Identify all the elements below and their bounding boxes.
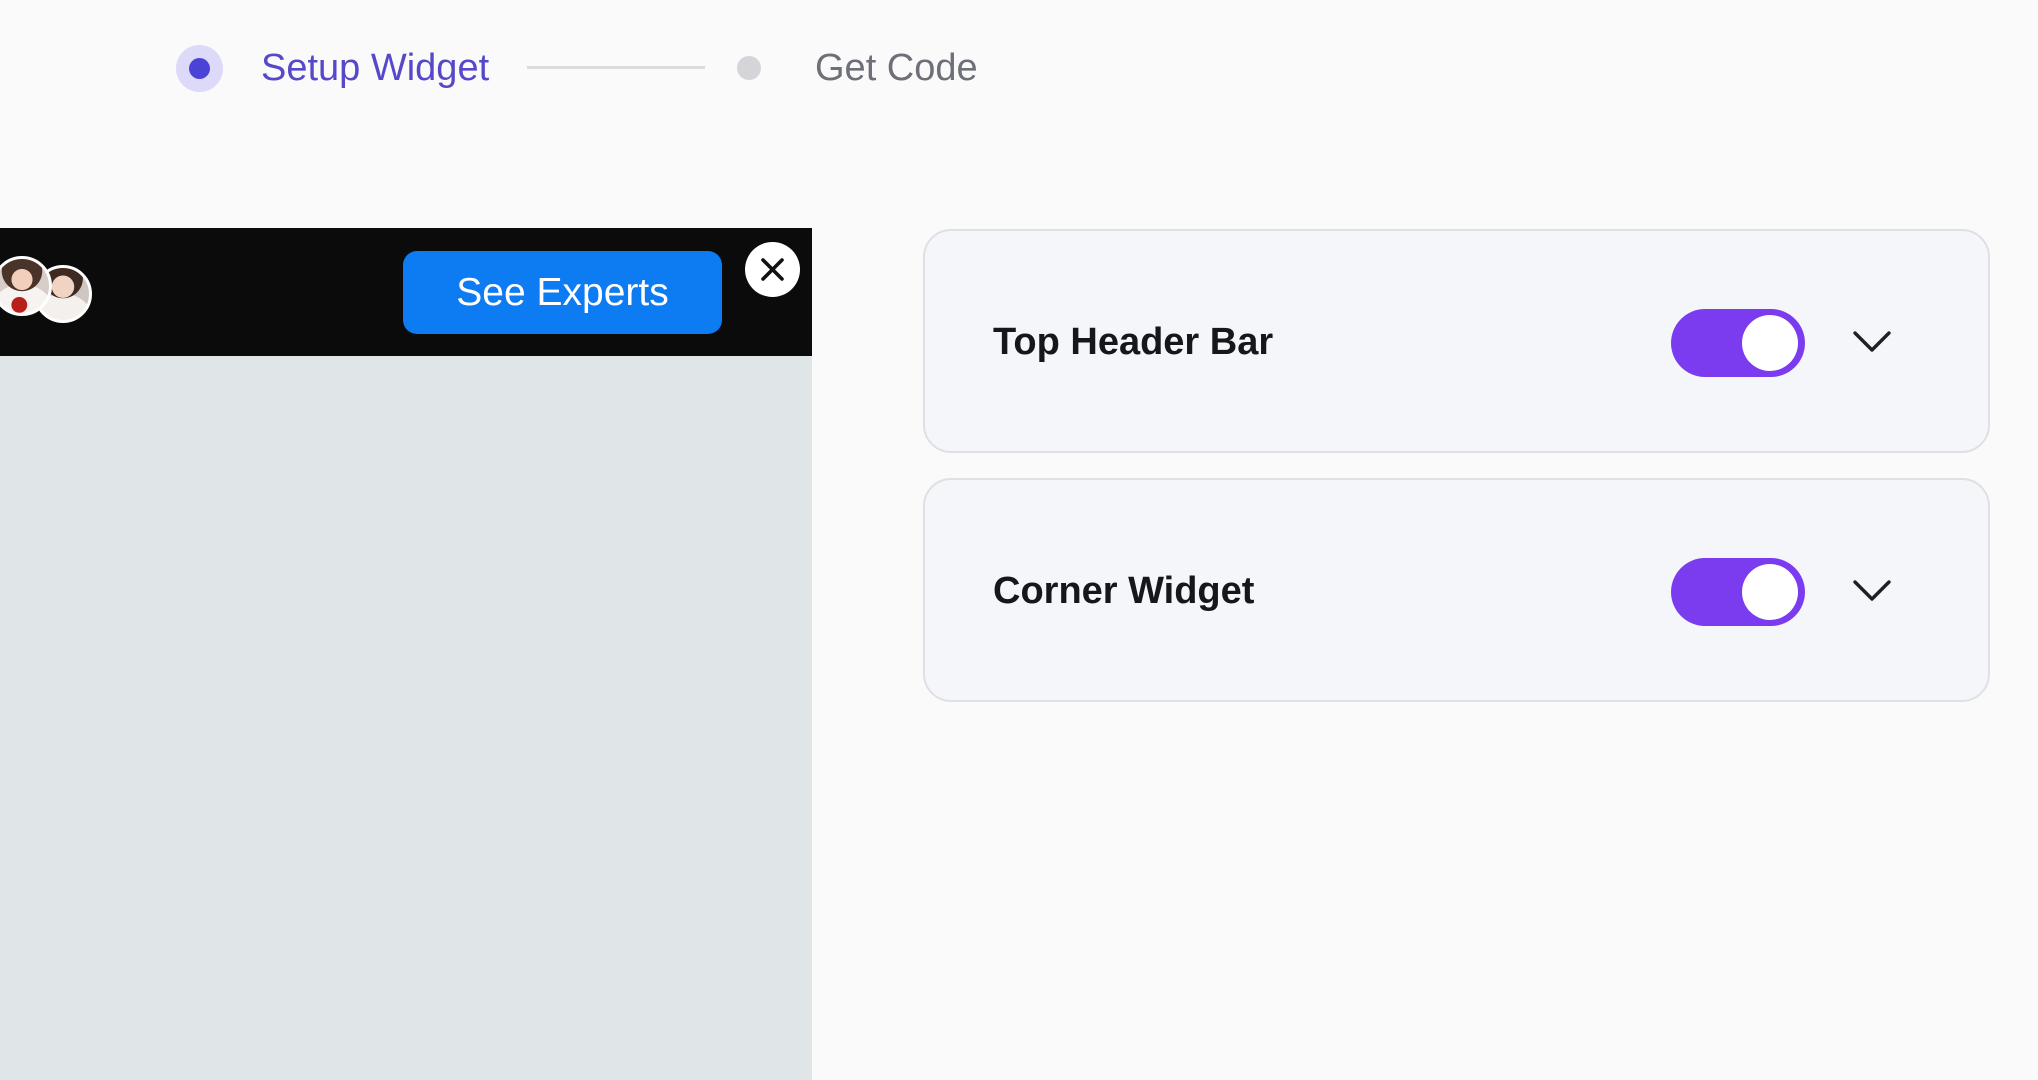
corner-widget-card[interactable]: Corner Widget xyxy=(923,478,1990,702)
step-get-code[interactable]: Get Code xyxy=(815,43,978,93)
close-button[interactable] xyxy=(745,242,800,297)
widget-preview-panel: See Experts xyxy=(0,228,812,1080)
step-inactive-indicator-icon xyxy=(737,56,761,80)
step-active-indicator-icon xyxy=(176,45,223,92)
corner-widget-toggle[interactable] xyxy=(1671,558,1805,626)
top-header-bar-preview: See Experts xyxy=(0,228,812,356)
step-setup-widget[interactable]: Setup Widget xyxy=(261,43,489,93)
close-icon xyxy=(761,258,784,281)
top-header-bar-card[interactable]: Top Header Bar xyxy=(923,229,1990,453)
card-title: Top Header Bar xyxy=(993,321,1274,363)
see-experts-button[interactable]: See Experts xyxy=(403,251,722,334)
chevron-down-icon[interactable] xyxy=(1851,576,1893,606)
setup-stepper: Setup Widget Get Code xyxy=(0,0,1100,140)
toggle-knob xyxy=(1742,315,1798,371)
chevron-down-icon[interactable] xyxy=(1851,327,1893,357)
card-title: Corner Widget xyxy=(993,570,1255,612)
step-connector xyxy=(527,66,705,69)
top-header-bar-toggle[interactable] xyxy=(1671,309,1805,377)
toggle-knob xyxy=(1742,564,1798,620)
